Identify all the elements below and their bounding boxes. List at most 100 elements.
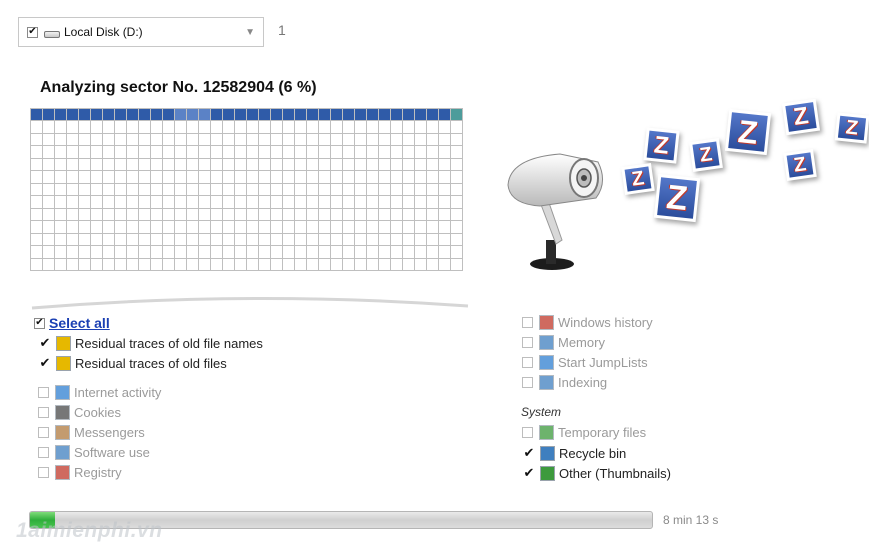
option-item[interactable]: Temporary files bbox=[522, 425, 646, 440]
sector-cell bbox=[103, 158, 115, 172]
option-item[interactable]: ✔ Residual traces of old files bbox=[38, 355, 227, 371]
sector-cell bbox=[31, 258, 43, 271]
option-item[interactable]: Cookies bbox=[38, 405, 121, 420]
sector-cell bbox=[67, 121, 79, 134]
checkmark-icon[interactable]: ✔ bbox=[522, 465, 536, 481]
select-all-checkbox[interactable]: ✔ bbox=[34, 317, 45, 329]
option-checkbox[interactable] bbox=[522, 317, 533, 328]
sector-cell bbox=[259, 158, 271, 172]
sector-cell bbox=[139, 109, 151, 122]
sector-cell bbox=[91, 171, 103, 184]
sector-cell bbox=[223, 233, 235, 247]
option-item[interactable]: ✔ Other (Thumbnails) bbox=[522, 465, 671, 481]
sector-cell bbox=[247, 158, 259, 172]
sector-cell bbox=[367, 146, 379, 159]
sector-cell bbox=[199, 183, 211, 197]
sector-cell bbox=[223, 208, 235, 222]
sector-cell bbox=[151, 183, 163, 197]
chevron-down-icon[interactable]: ▼ bbox=[245, 27, 255, 38]
option-item[interactable]: ✔ Residual traces of old file names bbox=[38, 335, 263, 351]
sector-cell bbox=[79, 146, 91, 159]
option-checkbox[interactable] bbox=[38, 387, 49, 398]
checkmark-icon[interactable]: ✔ bbox=[522, 445, 536, 461]
sector-cell bbox=[259, 109, 271, 122]
option-item[interactable]: Messengers bbox=[38, 425, 145, 440]
option-checkbox[interactable] bbox=[38, 467, 49, 478]
sector-cell bbox=[427, 133, 439, 147]
option-checkbox[interactable] bbox=[522, 357, 533, 368]
sector-cell bbox=[175, 196, 187, 209]
sector-cell bbox=[451, 258, 463, 271]
sector-cell bbox=[307, 233, 319, 247]
sector-cell bbox=[55, 221, 67, 234]
sector-cell bbox=[199, 196, 211, 209]
sector-cell bbox=[127, 146, 139, 159]
sector-cell bbox=[379, 109, 391, 122]
sector-cell bbox=[415, 258, 427, 271]
sector-cell bbox=[439, 183, 451, 197]
sector-cell bbox=[247, 121, 259, 134]
sector-cell bbox=[211, 246, 223, 259]
sector-cell bbox=[235, 121, 247, 134]
sector-cell bbox=[67, 196, 79, 209]
bar-chart-icon bbox=[539, 315, 554, 330]
sector-cell bbox=[91, 233, 103, 247]
sector-cell bbox=[343, 246, 355, 259]
sector-cell bbox=[295, 208, 307, 222]
option-item[interactable]: ✔ Recycle bin bbox=[522, 445, 626, 461]
option-item[interactable]: Memory bbox=[522, 335, 605, 350]
sector-cell bbox=[295, 158, 307, 172]
sector-cell bbox=[211, 133, 223, 147]
sector-cell bbox=[403, 121, 415, 134]
option-item[interactable]: Indexing bbox=[522, 375, 607, 390]
sector-cell bbox=[151, 208, 163, 222]
sector-cell bbox=[259, 183, 271, 197]
z-card: Z bbox=[653, 173, 701, 223]
option-checkbox[interactable] bbox=[38, 447, 49, 458]
option-item[interactable]: Registry bbox=[38, 465, 122, 480]
option-checkbox[interactable] bbox=[38, 407, 49, 418]
select-all-link[interactable]: Select all bbox=[49, 315, 110, 331]
sector-cell bbox=[223, 146, 235, 159]
sector-cell bbox=[223, 109, 235, 122]
sector-cell bbox=[31, 183, 43, 197]
sector-cell bbox=[151, 146, 163, 159]
option-checkbox[interactable] bbox=[522, 337, 533, 348]
drive-checkbox[interactable]: ✔ bbox=[27, 26, 38, 38]
sector-cell bbox=[163, 246, 175, 259]
z-letter: Z bbox=[786, 152, 814, 178]
option-checkbox[interactable] bbox=[522, 427, 533, 438]
sector-cell bbox=[295, 121, 307, 134]
option-item[interactable]: Start JumpLists bbox=[522, 355, 648, 370]
drive-label: Local Disk (D:) bbox=[64, 25, 143, 39]
sector-cell bbox=[211, 221, 223, 234]
option-checkbox[interactable] bbox=[38, 427, 49, 438]
sector-cell bbox=[91, 121, 103, 134]
sector-cell bbox=[127, 158, 139, 172]
option-label: Cookies bbox=[74, 405, 121, 420]
sector-cell bbox=[391, 133, 403, 147]
sector-cell bbox=[199, 121, 211, 134]
option-item[interactable]: Internet activity bbox=[38, 385, 161, 400]
sector-cell bbox=[79, 109, 91, 122]
sector-cell bbox=[331, 121, 343, 134]
sector-cell bbox=[235, 133, 247, 147]
option-item[interactable]: Windows history bbox=[522, 315, 653, 330]
option-item[interactable]: Software use bbox=[38, 445, 150, 460]
checkmark-icon[interactable]: ✔ bbox=[38, 335, 52, 351]
drive-select[interactable]: ✔ Local Disk (D:) ▼ bbox=[18, 17, 264, 47]
sector-cell bbox=[319, 158, 331, 172]
sector-cell bbox=[91, 146, 103, 159]
sector-cell bbox=[331, 233, 343, 247]
sector-cell bbox=[295, 233, 307, 247]
hard-disk-icon bbox=[44, 30, 60, 38]
sector-map bbox=[30, 108, 463, 271]
option-checkbox[interactable] bbox=[522, 377, 533, 388]
sector-cell bbox=[343, 133, 355, 147]
security-camera-icon bbox=[507, 153, 603, 270]
checkmark-icon[interactable]: ✔ bbox=[38, 355, 52, 371]
sector-cell bbox=[115, 233, 127, 247]
sector-cell bbox=[319, 233, 331, 247]
select-all[interactable]: ✔ Select all bbox=[34, 315, 110, 331]
sector-cell bbox=[355, 208, 367, 222]
